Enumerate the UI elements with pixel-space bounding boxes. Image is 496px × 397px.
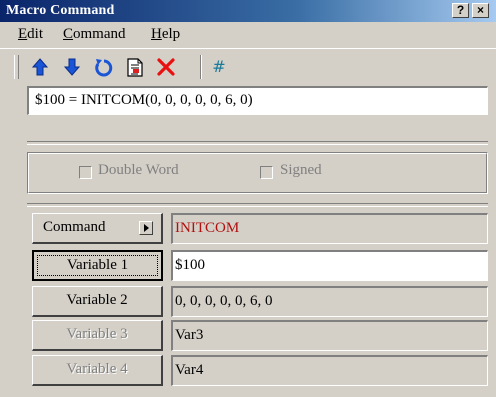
close-button[interactable]: × [472,3,489,18]
variable-1-button[interactable]: Variable 1 [32,250,163,281]
divider [27,203,488,207]
toolbar-grip[interactable] [14,55,19,79]
variable-3-button: Variable 3 [32,320,163,351]
variable-3-field: Var3 [171,320,488,351]
macro-command-window: Macro Command ? × Edit Command Help # $1… [0,0,496,397]
toolbar: # [0,48,496,81]
delete-icon[interactable] [155,56,177,78]
double-word-label: Double Word [98,162,179,178]
help-button[interactable]: ? [452,3,469,18]
signed-checkbox[interactable] [260,166,273,179]
variable-4-field: Var4 [171,355,488,386]
insert-file-icon[interactable] [124,56,146,78]
toolbar-separator [200,55,202,79]
menu-help-accel: H [151,26,162,42]
command-label: Command [43,219,106,235]
variable-1-field[interactable]: $100 [171,250,488,281]
variable-2-button[interactable]: Variable 2 [32,286,163,317]
move-down-icon[interactable] [61,56,83,78]
expression-field[interactable]: $100 = INITCOM(0, 0, 0, 0, 0, 6, 0) [27,86,488,115]
signed-label: Signed [280,162,322,178]
command-dropdown-arrow[interactable] [139,221,153,235]
variable-1-label: Variable 1 [66,257,129,273]
hash-icon[interactable]: # [208,56,230,78]
options-group-inner [28,153,487,193]
double-word-checkbox[interactable] [79,166,92,179]
divider [27,141,488,145]
menu-edit[interactable]: Edit [18,26,43,43]
menu-command-label: ommand [73,26,126,42]
menu-help-label: elp [161,26,181,42]
menu-help[interactable]: Help [151,26,180,43]
window-title: Macro Command [6,3,115,18]
menu-edit-accel: E [18,26,28,42]
command-button[interactable]: Command [32,213,163,244]
menu-command-accel: C [63,26,74,42]
menu-command[interactable]: Command [63,26,126,43]
menu-edit-label: dit [27,26,44,42]
command-value: INITCOM [171,213,488,244]
options-group: Double Word Signed [27,152,488,194]
variable-4-button: Variable 4 [32,355,163,386]
menu-bar: Edit Command Help [0,22,496,46]
title-bar[interactable]: Macro Command ? × [0,0,496,22]
move-up-icon[interactable] [29,56,51,78]
variable-2-field: 0, 0, 0, 0, 0, 6, 0 [171,286,488,317]
undo-icon[interactable] [93,56,115,78]
